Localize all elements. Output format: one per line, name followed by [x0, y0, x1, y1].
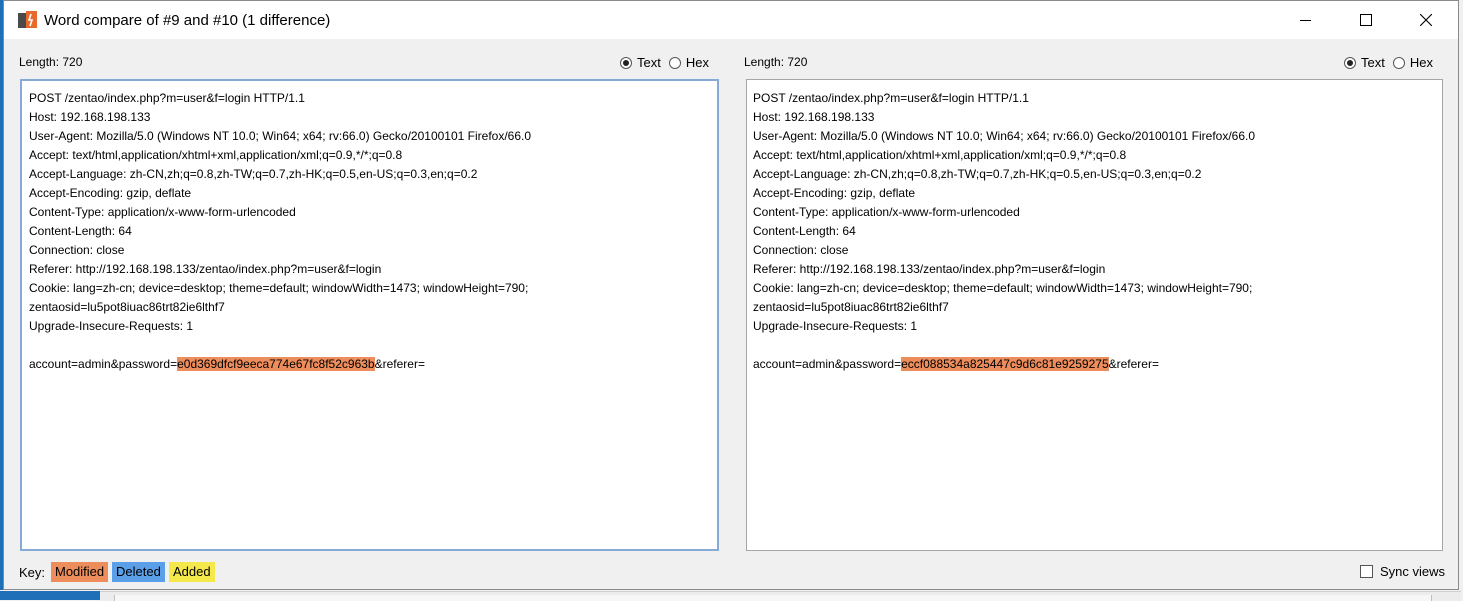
request-line: Accept-Encoding: gzip, deflate	[753, 184, 1436, 203]
request-line: Accept: text/html,application/xhtml+xml,…	[29, 146, 710, 165]
left-view-mode: Text Hex	[620, 55, 717, 70]
request-text: POST /zentao/index.php?m=user&f=login HT…	[29, 91, 305, 105]
request-text: Connection: close	[29, 243, 125, 257]
modified-diff-highlight: e0d369dfcf9eeca774e67fc8f52c963b	[177, 357, 375, 371]
request-line: Content-Length: 64	[29, 222, 710, 241]
request-text: &referer=	[1108, 357, 1159, 371]
request-line: account=admin&password=eccf088534a825447…	[753, 355, 1436, 374]
sync-views-label[interactable]: Sync views	[1380, 564, 1445, 579]
request-line: User-Agent: Mozilla/5.0 (Windows NT 10.0…	[29, 127, 710, 146]
request-line: Referer: http://192.168.198.133/zentao/i…	[29, 260, 710, 279]
left-length-label: Length: 720	[19, 55, 83, 69]
request-text: Cookie: lang=zh-cn; device=desktop; them…	[29, 281, 529, 295]
right-text-radio[interactable]	[1344, 56, 1356, 69]
burp-app-icon	[18, 11, 37, 28]
request-line: Cookie: lang=zh-cn; device=desktop; them…	[753, 279, 1436, 298]
maximize-button[interactable]	[1336, 1, 1395, 39]
request-line: User-Agent: Mozilla/5.0 (Windows NT 10.0…	[753, 127, 1436, 146]
title-bar[interactable]: Word compare of #9 and #10 (1 difference…	[4, 1, 1458, 39]
request-line: Host: 192.168.198.133	[29, 108, 710, 127]
right-length-label: Length: 720	[744, 55, 808, 69]
right-view-mode: Text Hex	[1344, 55, 1441, 70]
request-text: Upgrade-Insecure-Requests: 1	[29, 319, 194, 333]
modified-diff-highlight: eccf088534a825447c9d6c81e9259275	[901, 357, 1109, 371]
request-line	[753, 336, 1436, 355]
request-text: Host: 192.168.198.133	[753, 110, 875, 124]
request-line: Upgrade-Insecure-Requests: 1	[753, 317, 1436, 336]
minimize-icon	[1300, 19, 1311, 21]
request-line: Content-Type: application/x-www-form-url…	[29, 203, 710, 222]
request-text: Accept-Language: zh-CN,zh;q=0.8,zh-TW;q=…	[753, 167, 1202, 181]
request-text: Content-Length: 64	[753, 224, 856, 238]
left-text-radio[interactable]	[620, 56, 632, 69]
request-text: POST /zentao/index.php?m=user&f=login HT…	[753, 91, 1029, 105]
request-line: zentaosid=lu5pot8iuac86trt82ie6lthf7	[753, 298, 1436, 317]
window-title: Word compare of #9 and #10 (1 difference…	[44, 12, 331, 29]
request-line: Content-Length: 64	[753, 222, 1436, 241]
request-line: Cookie: lang=zh-cn; device=desktop; them…	[29, 279, 710, 298]
key-deleted-chip: Deleted	[112, 562, 165, 582]
left-request-pane[interactable]: POST /zentao/index.php?m=user&f=login HT…	[20, 79, 719, 551]
request-line: Accept-Language: zh-CN,zh;q=0.8,zh-TW;q=…	[29, 165, 710, 184]
request-text: Cookie: lang=zh-cn; device=desktop; them…	[753, 281, 1253, 295]
request-text: Accept: text/html,application/xhtml+xml,…	[29, 148, 403, 162]
request-text: zentaosid=lu5pot8iuac86trt82ie6lthf7	[753, 300, 949, 314]
maximize-icon	[1359, 14, 1372, 26]
request-text: Accept-Encoding: gzip, deflate	[753, 186, 916, 200]
sync-views-checkbox[interactable]	[1360, 565, 1373, 578]
request-line	[29, 336, 710, 355]
request-text: Accept-Language: zh-CN,zh;q=0.8,zh-TW;q=…	[29, 167, 478, 181]
request-line: POST /zentao/index.php?m=user&f=login HT…	[29, 89, 710, 108]
right-text-radio-label[interactable]: Text	[1361, 55, 1385, 70]
minimize-button[interactable]	[1276, 1, 1335, 39]
request-text: account=admin&password=	[753, 357, 902, 371]
request-text: Content-Length: 64	[29, 224, 132, 238]
request-line: POST /zentao/index.php?m=user&f=login HT…	[753, 89, 1436, 108]
request-text: User-Agent: Mozilla/5.0 (Windows NT 10.0…	[29, 129, 532, 143]
request-line: Referer: http://192.168.198.133/zentao/i…	[753, 260, 1436, 279]
request-line: Connection: close	[753, 241, 1436, 260]
close-icon	[1419, 14, 1432, 26]
desktop-edge	[0, 591, 100, 600]
left-text-radio-label[interactable]: Text	[637, 55, 661, 70]
request-text: zentaosid=lu5pot8iuac86trt82ie6lthf7	[29, 300, 225, 314]
request-text: Host: 192.168.198.133	[29, 110, 151, 124]
request-line: Content-Type: application/x-www-form-url…	[753, 203, 1436, 222]
request-text: Accept-Encoding: gzip, deflate	[29, 186, 192, 200]
request-text: Accept: text/html,application/xhtml+xml,…	[753, 148, 1127, 162]
request-line: Accept: text/html,application/xhtml+xml,…	[753, 146, 1436, 165]
compare-dialog: Word compare of #9 and #10 (1 difference…	[3, 0, 1459, 590]
key-added-chip: Added	[169, 562, 215, 582]
key-modified-chip: Modified	[51, 562, 109, 582]
request-text: Content-Type: application/x-www-form-url…	[753, 205, 1020, 219]
request-line: Accept-Language: zh-CN,zh;q=0.8,zh-TW;q=…	[753, 165, 1436, 184]
right-request-pane[interactable]: POST /zentao/index.php?m=user&f=login HT…	[746, 79, 1443, 551]
close-button[interactable]	[1396, 1, 1455, 39]
request-text: Content-Type: application/x-www-form-url…	[29, 205, 296, 219]
right-hex-radio-label[interactable]: Hex	[1410, 55, 1433, 70]
request-line: account=admin&password=e0d369dfcf9eeca77…	[29, 355, 710, 374]
key-label: Key:	[19, 565, 46, 580]
left-hex-radio[interactable]	[668, 56, 681, 69]
request-text: Referer: http://192.168.198.133/zentao/i…	[29, 262, 382, 276]
request-line: Accept-Encoding: gzip, deflate	[29, 184, 710, 203]
request-line: Connection: close	[29, 241, 710, 260]
request-text: &referer=	[374, 357, 425, 371]
request-line: zentaosid=lu5pot8iuac86trt82ie6lthf7	[29, 298, 710, 317]
request-text: Referer: http://192.168.198.133/zentao/i…	[753, 262, 1106, 276]
request-text: User-Agent: Mozilla/5.0 (Windows NT 10.0…	[753, 129, 1256, 143]
left-hex-radio-label[interactable]: Hex	[686, 55, 709, 70]
request-text: Upgrade-Insecure-Requests: 1	[753, 319, 918, 333]
request-line: Host: 192.168.198.133	[753, 108, 1436, 127]
sync-views-toggle[interactable]: Sync views	[1360, 564, 1445, 579]
request-text: Connection: close	[753, 243, 849, 257]
right-hex-radio[interactable]	[1392, 56, 1405, 69]
request-text: account=admin&password=	[29, 357, 178, 371]
request-line: Upgrade-Insecure-Requests: 1	[29, 317, 710, 336]
